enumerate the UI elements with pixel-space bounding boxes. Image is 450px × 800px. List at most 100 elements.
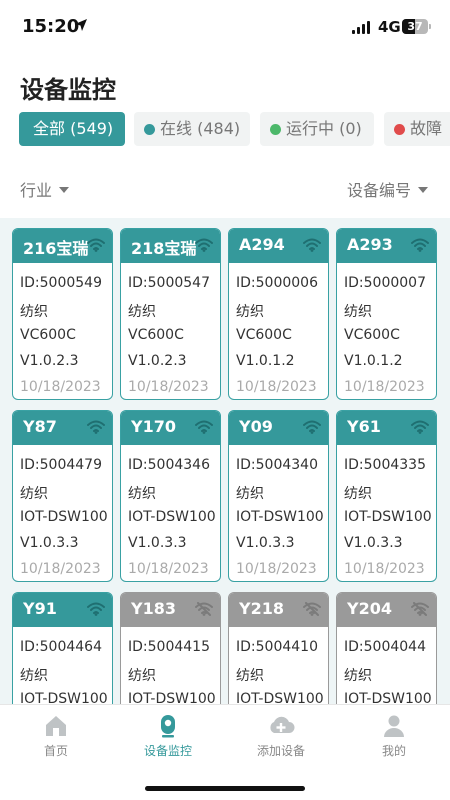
device-model: IOT-DSW100 bbox=[344, 509, 432, 525]
device-industry: 纺织 bbox=[128, 668, 156, 684]
fault-dot-icon bbox=[394, 124, 405, 135]
device-version: V1.0.3.3 bbox=[236, 535, 295, 551]
device-card-header: Y61 bbox=[337, 411, 436, 445]
device-date: 10/18/2023 bbox=[128, 561, 209, 577]
device-industry: 纺织 bbox=[20, 486, 48, 502]
filter-chip-label: 在线 (484) bbox=[160, 119, 241, 138]
tab-home[interactable]: 首页 bbox=[0, 711, 112, 763]
caret-down-icon bbox=[59, 187, 70, 193]
home-indicator bbox=[145, 786, 305, 791]
device-name: 218宝瑞 bbox=[131, 239, 197, 258]
device-name: Y91 bbox=[23, 599, 57, 618]
device-card[interactable]: Y218 ID:5004410 纺织 IOT-DSW100 bbox=[228, 592, 329, 704]
device-monitor-screen: 15:20 4G 37 设备监控 全部 (549) 在线 (484) 运行中 (… bbox=[0, 0, 450, 800]
device-card[interactable]: Y09 ID:5004340 纺织 IOT-DSW100 V1.0.3.3 10/18/2… bbox=[228, 410, 329, 582]
device-card-header: Y204 bbox=[337, 593, 436, 627]
device-industry: 纺织 bbox=[236, 486, 264, 502]
filter-chip-label: 运行中 (0) bbox=[286, 119, 362, 138]
wifi-off-icon bbox=[195, 602, 213, 616]
tab-label: 首页 bbox=[43, 744, 68, 758]
device-card[interactable]: Y87 ID:5004479 纺织 IOT-DSW100 V1.0.3.3 10/18/2… bbox=[12, 410, 113, 582]
device-card-header: Y170 bbox=[121, 411, 220, 445]
device-industry: 纺织 bbox=[20, 304, 48, 320]
device-card[interactable]: A294 ID:5000006 纺织 VC600C V1.0.1.2 10/18/2023 bbox=[228, 228, 329, 400]
page-title: 设备监控 bbox=[20, 76, 116, 104]
device-id: ID:5000006 bbox=[236, 275, 318, 291]
device-model: VC600C bbox=[344, 327, 400, 343]
device-card[interactable]: Y170 ID:5004346 纺织 IOT-DSW100 V1.0.3.3 10/18/… bbox=[120, 410, 221, 582]
wifi-off-icon bbox=[411, 602, 429, 616]
filter-chip-online[interactable]: 在线 (484) bbox=[134, 112, 250, 146]
device-id: ID:5004415 bbox=[128, 639, 210, 655]
device-card-header: A294 bbox=[229, 229, 328, 263]
device-number-sort-dropdown[interactable]: 设备编号 bbox=[347, 177, 428, 201]
device-version: V1.0.1.2 bbox=[236, 353, 295, 369]
tab-add-device[interactable]: 添加设备 bbox=[225, 711, 337, 763]
device-name: Y87 bbox=[23, 417, 57, 436]
industry-filter-label: 行业 bbox=[20, 181, 53, 200]
wifi-icon bbox=[195, 238, 213, 252]
running-dot-icon bbox=[270, 124, 281, 135]
cellular-signal-icon bbox=[352, 20, 372, 34]
home-icon bbox=[46, 716, 66, 736]
tab-label: 添加设备 bbox=[256, 744, 305, 758]
device-model: VC600C bbox=[20, 327, 76, 343]
device-industry: 纺织 bbox=[344, 668, 372, 684]
filter-chip-fault[interactable]: 故障 bbox=[384, 112, 450, 146]
wifi-icon bbox=[87, 420, 105, 434]
network-type: 4G bbox=[378, 18, 401, 36]
device-name: A294 bbox=[239, 235, 285, 254]
filter-chip-label: 故障 bbox=[410, 119, 443, 138]
device-card-header: Y91 bbox=[13, 593, 112, 627]
wifi-icon bbox=[303, 238, 321, 252]
device-name: 216宝瑞 bbox=[23, 239, 89, 258]
device-card-header: Y09 bbox=[229, 411, 328, 445]
device-id: ID:5004335 bbox=[344, 457, 426, 473]
device-id: ID:5004410 bbox=[236, 639, 318, 655]
battery-tip bbox=[429, 24, 431, 29]
device-card-header: A293 bbox=[337, 229, 436, 263]
device-card[interactable]: Y61 ID:5004335 纺织 IOT-DSW100 V1.0.3.3 10/18/2… bbox=[336, 410, 437, 582]
device-id: ID:5000547 bbox=[128, 275, 210, 291]
device-date: 10/18/2023 bbox=[20, 561, 101, 577]
device-model: VC600C bbox=[236, 327, 292, 343]
device-industry: 纺织 bbox=[236, 304, 264, 320]
device-version: V1.0.1.2 bbox=[344, 353, 403, 369]
cloud-add-icon bbox=[270, 716, 295, 733]
wifi-icon bbox=[87, 238, 105, 252]
device-card[interactable]: Y183 ID:5004415 纺织 IOT-DSW100 bbox=[120, 592, 221, 704]
device-version: V1.0.3.3 bbox=[344, 535, 403, 551]
device-version: V1.0.3.3 bbox=[128, 535, 187, 551]
device-version: V1.0.2.3 bbox=[20, 353, 79, 369]
online-dot-icon bbox=[144, 124, 155, 135]
wifi-icon bbox=[411, 238, 429, 252]
device-industry: 纺织 bbox=[128, 304, 156, 320]
tab-mine[interactable]: 我的 bbox=[338, 711, 450, 763]
device-card[interactable]: Y204 ID:5004044 纺织 IOT-DSW100 bbox=[336, 592, 437, 704]
device-card[interactable]: Y91 ID:5004464 纺织 IOT-DSW100 bbox=[12, 592, 113, 704]
device-name: Y204 bbox=[347, 599, 392, 618]
device-industry: 纺织 bbox=[344, 486, 372, 502]
tab-label: 设备监控 bbox=[143, 744, 192, 758]
status-bar: 15:20 4G 37 bbox=[0, 0, 450, 54]
tab-label: 我的 bbox=[381, 744, 406, 758]
device-date: 10/18/2023 bbox=[344, 379, 425, 395]
industry-filter-dropdown[interactable]: 行业 bbox=[20, 177, 70, 201]
wifi-icon bbox=[87, 602, 105, 616]
device-card[interactable]: A293 ID:5000007 纺织 VC600C V1.0.1.2 10/18/2023 bbox=[336, 228, 437, 400]
device-card[interactable]: 218宝瑞 ID:5000547 纺织 VC600C V1.0.2.3 10/18/202… bbox=[120, 228, 221, 400]
battery-level: 37 bbox=[407, 20, 423, 33]
caret-down-icon bbox=[418, 187, 428, 193]
device-model: IOT-DSW100 bbox=[128, 691, 216, 704]
tab-device-monitor[interactable]: 设备监控 bbox=[112, 711, 224, 763]
device-date: 10/18/2023 bbox=[128, 379, 209, 395]
device-model: IOT-DSW100 bbox=[236, 509, 324, 525]
device-id: ID:5004346 bbox=[128, 457, 210, 473]
device-card-header: Y87 bbox=[13, 411, 112, 445]
device-name: Y183 bbox=[131, 599, 176, 618]
device-id: ID:5004479 bbox=[20, 457, 102, 473]
filter-chip-running[interactable]: 运行中 (0) bbox=[260, 112, 374, 146]
battery-icon: 37 bbox=[402, 19, 428, 34]
device-card[interactable]: 216宝瑞 ID:5000549 纺织 VC600C V1.0.2.3 10/18/202… bbox=[12, 228, 113, 400]
filter-chip-all[interactable]: 全部 (549) bbox=[19, 112, 125, 146]
